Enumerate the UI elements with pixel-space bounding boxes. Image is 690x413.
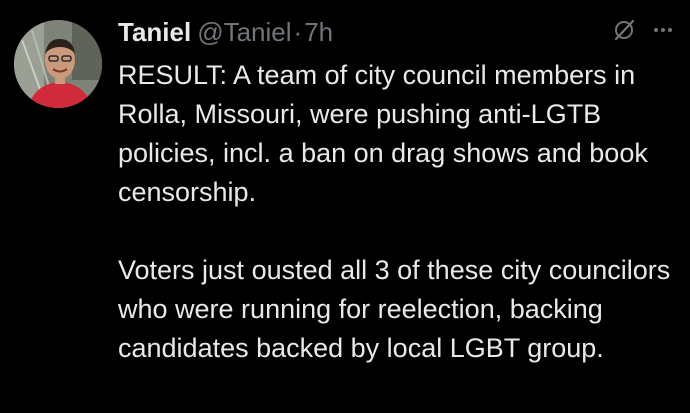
profile-photo-icon: [14, 20, 102, 108]
author-name[interactable]: Taniel: [118, 12, 191, 52]
tweet-card[interactable]: Taniel @Taniel · 7h RESULT: A team of ci…: [0, 0, 690, 413]
timestamp[interactable]: 7h: [304, 12, 333, 52]
tweet-paragraph-1: RESULT: A team of city council members i…: [118, 60, 648, 207]
tweet-body: RESULT: A team of city council members i…: [118, 56, 674, 368]
tweet-content: Taniel @Taniel · 7h RESULT: A team of ci…: [118, 12, 674, 368]
avatar[interactable]: [14, 20, 102, 108]
more-options-icon[interactable]: [652, 18, 674, 42]
header-actions: [612, 18, 674, 42]
grok-icon[interactable]: [612, 18, 636, 42]
tweet-paragraph-2: Voters just ousted all 3 of these city c…: [118, 255, 671, 363]
separator-dot: ·: [293, 17, 303, 47]
author-handle[interactable]: @Taniel: [197, 12, 291, 52]
tweet-header: Taniel @Taniel · 7h: [118, 12, 674, 52]
